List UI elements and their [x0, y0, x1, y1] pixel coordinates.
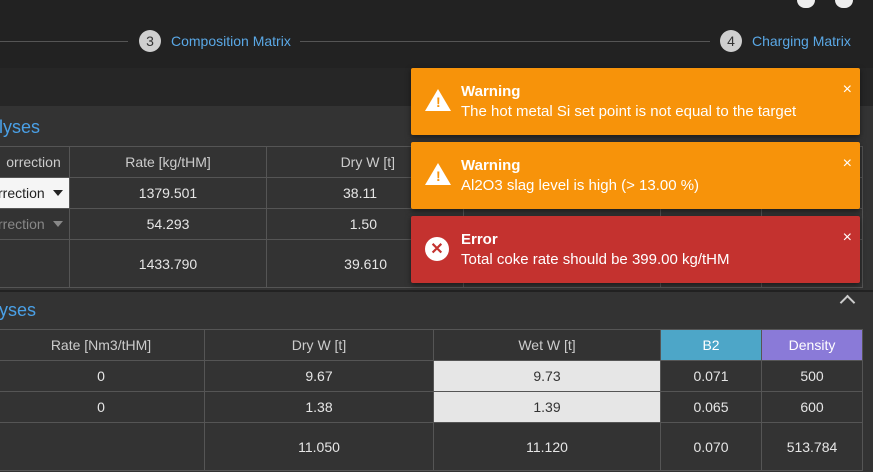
caret-down-icon [53, 190, 63, 196]
correction-select[interactable]: rrection [0, 208, 70, 240]
b2-cell: 0.065 [660, 391, 762, 423]
settings-icon[interactable] [835, 0, 853, 8]
toast-title: Warning [461, 157, 521, 174]
warning-icon: ! [425, 163, 451, 189]
wet-weight-cell: 9.73 [433, 360, 661, 392]
wet-weight-cell: 1.39 [433, 391, 661, 423]
analyses-table-2: Rate [Nm3/tHM] Dry W [t] Wet W [t] B2 De… [0, 329, 863, 471]
dry-weight-total: 11.050 [204, 422, 434, 471]
dry-weight-cell: 1.38 [204, 391, 434, 423]
select-value: rrection [0, 216, 45, 232]
wet-weight-total: 11.120 [433, 422, 661, 471]
error-toast: ✕ Error Total coke rate should be 399.00… [411, 216, 860, 283]
cell [0, 422, 205, 471]
warning-toast: ! Warning The hot metal Si set point is … [411, 68, 860, 135]
totals-row: 11.050 11.120 0.070 513.784 [0, 422, 863, 471]
help-icon[interactable] [797, 0, 815, 8]
close-icon[interactable]: × [843, 229, 852, 247]
warning-icon: ! [425, 89, 451, 115]
section-title: yses [0, 300, 37, 320]
column-header-density: Density [761, 329, 863, 361]
rate-cell: 1379.501 [69, 177, 267, 209]
dry-weight-cell: 9.67 [204, 360, 434, 392]
step-number: 3 [139, 30, 161, 52]
step-number: 4 [720, 30, 742, 52]
close-icon[interactable]: × [843, 81, 852, 99]
density-cell: 600 [761, 391, 863, 423]
table-row: 0 9.67 9.73 0.071 500 [0, 360, 863, 392]
step-label: Composition Matrix [171, 33, 291, 49]
step-label: Charging Matrix [752, 33, 851, 49]
toast-message: Al2O3 slag level is high (> 13.00 %) [461, 177, 700, 194]
rate-cell: 0 [0, 391, 205, 423]
caret-down-icon [53, 221, 63, 227]
rate-total: 1433.790 [69, 239, 267, 288]
toast-message: Total coke rate should be 399.00 kg/tHM [461, 251, 730, 268]
cell [0, 239, 70, 288]
close-icon[interactable]: × [843, 155, 852, 173]
column-header: Wet W [t] [433, 329, 661, 361]
column-header: Dry W [t] [204, 329, 434, 361]
column-header-b2: B2 [660, 329, 762, 361]
toast-title: Warning [461, 83, 521, 100]
b2-total: 0.070 [660, 422, 762, 471]
analyses-section-2: yses Rate [Nm3/tHM] Dry W [t] Wet W [t] … [0, 290, 873, 472]
table-row: 0 1.38 1.39 0.065 600 [0, 391, 863, 423]
warning-toast: ! Warning Al2O3 slag level is high (> 13… [411, 142, 860, 209]
error-icon: ✕ [425, 237, 451, 263]
section-title: lyses [0, 117, 41, 137]
toast-title: Error [461, 231, 498, 248]
top-bar: 3 Composition Matrix 4 Charging Matrix [0, 0, 873, 68]
column-header: Rate [kg/tHM] [69, 146, 267, 178]
stepper-line [0, 41, 128, 42]
correction-select[interactable]: rrection [0, 177, 70, 209]
density-cell: 500 [761, 360, 863, 392]
column-header: orrection [0, 146, 70, 178]
rate-cell: 0 [0, 360, 205, 392]
rate-cell: 54.293 [69, 208, 267, 240]
step-charging-matrix[interactable]: 4 Charging Matrix [720, 30, 851, 52]
top-icons [797, 0, 853, 8]
b2-cell: 0.071 [660, 360, 762, 392]
density-total: 513.784 [761, 422, 863, 471]
stepper-line [300, 41, 710, 42]
select-value: rrection [0, 185, 45, 201]
column-header: Rate [Nm3/tHM] [0, 329, 205, 361]
step-composition-matrix[interactable]: 3 Composition Matrix [139, 30, 291, 52]
toast-message: The hot metal Si set point is not equal … [461, 103, 797, 120]
